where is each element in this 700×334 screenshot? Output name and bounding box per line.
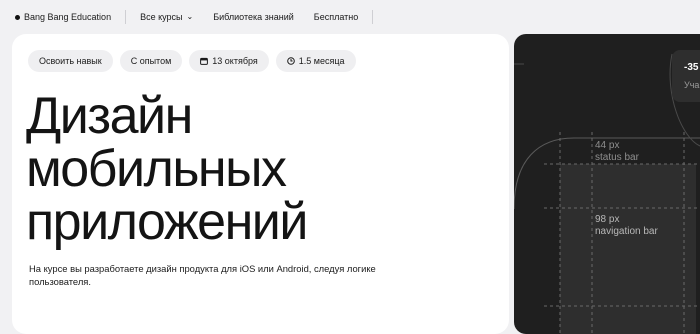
clock-icon [286, 57, 295, 65]
tag-experience-label: С опытом [130, 56, 172, 66]
page-title: Дизайн мобильных приложений [26, 87, 308, 251]
title-line: приложений [26, 193, 308, 251]
status-bar-label: 44 px status bar [595, 140, 639, 164]
nav-divider [372, 10, 374, 24]
brand-dot-icon [15, 14, 20, 20]
status-bar-size: 44 px [595, 140, 620, 151]
nav-divider [125, 10, 127, 24]
nav-free-label: Бесплатно [313, 12, 359, 22]
title-line: Дизайн [26, 87, 193, 145]
course-description: На курсе вы разработаете дизайн продукта… [29, 263, 376, 287]
stat-label: Уча [684, 80, 700, 90]
nav-all-courses-label: Все курсы [140, 12, 183, 22]
course-tags: Освоить навык С опытом 13 октября 1.5 ме… [28, 50, 363, 72]
tag-skill[interactable]: Освоить навык [28, 50, 113, 72]
chevron-down-icon: ⌄ [186, 11, 194, 21]
stat-card: -35 Уча [672, 50, 700, 102]
nav-library-label: Библиотека знаний [213, 12, 294, 22]
navigation-bar-text: navigation bar [595, 226, 658, 237]
navigation-bar-label: 98 px navigation bar [595, 214, 658, 238]
brand-name: Bang Bang Education [24, 12, 112, 22]
status-bar-text: status bar [595, 152, 639, 163]
navigation-bar-size: 98 px [595, 214, 620, 225]
top-navigation: Bang Bang Education Все курсы ⌄ Библиоте… [0, 0, 700, 34]
nav-all-courses[interactable]: Все курсы ⌄ [140, 11, 194, 23]
tag-start-date[interactable]: 13 октября [189, 50, 269, 72]
nav-free[interactable]: Бесплатно [314, 12, 358, 22]
nav-library[interactable]: Библиотека знаний [213, 12, 294, 22]
tag-duration[interactable]: 1.5 месяца [275, 50, 356, 72]
course-illustration: -35 Уча 44 px status bar 98 px navigatio… [514, 34, 700, 334]
title-line: мобильных [26, 140, 287, 198]
tag-skill-label: Освоить навык [39, 56, 102, 66]
tag-experience[interactable]: С опытом [119, 50, 183, 72]
calendar-icon [200, 57, 209, 65]
brand-logo[interactable]: Bang Bang Education [15, 12, 111, 22]
course-hero-card: Освоить навык С опытом 13 октября 1.5 ме… [12, 34, 509, 334]
stat-value: -35 [684, 62, 699, 73]
tag-duration-label: 1.5 месяца [298, 56, 345, 66]
tag-start-date-label: 13 октября [212, 56, 258, 66]
